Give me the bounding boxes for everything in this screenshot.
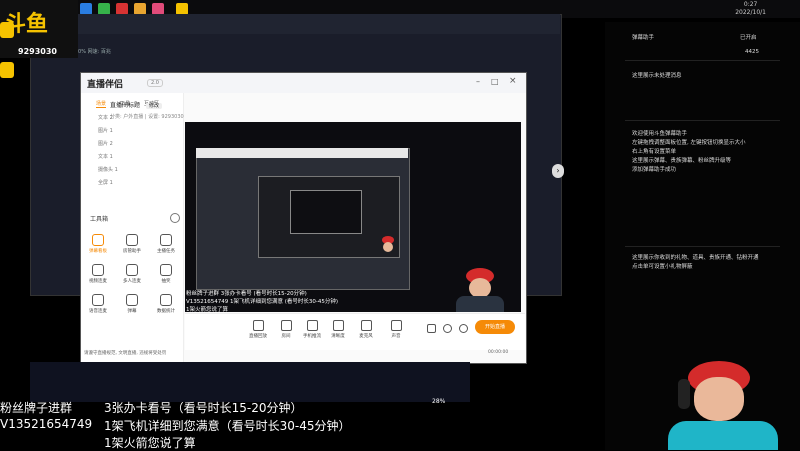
douyu-badge-icon bbox=[0, 62, 14, 78]
danmaku-icon bbox=[126, 294, 138, 306]
replay-icon bbox=[252, 320, 264, 331]
divider bbox=[625, 60, 780, 61]
room-icon bbox=[280, 320, 292, 331]
scene-item[interactable]: 文本 1 bbox=[98, 153, 113, 160]
caption-price-2: 1架飞机详细到您满意（看号时长30-45分钟） bbox=[104, 419, 351, 433]
stream-title[interactable]: 直播间标题 修改 bbox=[110, 100, 162, 109]
stats-icon bbox=[160, 294, 172, 306]
unprocessed-label: 这里展示未处理消息 bbox=[632, 73, 682, 79]
preview-caption: 粉丝牌子进群 3张办卡看号 (看号时长15-20分钟) V13521654749… bbox=[186, 291, 339, 313]
scene-item[interactable]: 图片 1 bbox=[98, 127, 113, 134]
voice-link-icon bbox=[92, 294, 104, 306]
nested-preview-window bbox=[290, 190, 362, 234]
danmaku-board-icon bbox=[92, 234, 104, 246]
tool-multi-link[interactable]: 多人连麦 bbox=[120, 264, 144, 284]
multi-link-icon bbox=[126, 264, 138, 276]
webcam-feed bbox=[660, 355, 800, 450]
nested-preview-titlebar bbox=[196, 148, 408, 158]
caption-price-3: 1架火箭您说了算 bbox=[104, 436, 196, 450]
scene-item[interactable]: 摄像头 1 bbox=[98, 166, 118, 173]
toolbox-title: 工具箱 bbox=[90, 216, 109, 223]
maximize-icon[interactable]: □ bbox=[491, 77, 499, 86]
divider bbox=[625, 246, 780, 247]
speaker-icon bbox=[390, 320, 402, 331]
edit-title-button[interactable]: 修改 bbox=[145, 103, 162, 109]
microphone-button[interactable]: 麦克风 bbox=[351, 320, 381, 339]
start-live-button[interactable]: 开始直播 bbox=[475, 320, 515, 334]
divider bbox=[625, 120, 780, 121]
eye-icon[interactable] bbox=[443, 324, 452, 333]
speaker-button[interactable]: 声音 bbox=[381, 320, 411, 339]
app-titlebar: 直播伴侣 2.0 – □ × bbox=[81, 73, 526, 94]
tab-scenes[interactable]: 场景 bbox=[96, 100, 107, 108]
douyu-logo: 斗鱼 bbox=[4, 11, 49, 37]
clock-time: 0:27 bbox=[743, 1, 758, 8]
tool-danmaku[interactable]: 弹幕 bbox=[120, 294, 144, 314]
gift-messages: 这里展示你收到的礼物、道具、贵族开通、钻粉开通 点击单可设置小礼物屏蔽 bbox=[632, 255, 759, 270]
welcome-messages: 欢迎使用斗鱼弹幕助手 左键拖拽调整面板位置, 左键按钮切换显示大小 右上角有设置… bbox=[632, 131, 746, 173]
scene-item[interactable]: 全屏 1 bbox=[98, 179, 113, 186]
control-bar: 直播回放 房间 手机推流 清晰度 麦克风 声音 bbox=[185, 313, 525, 350]
panel-status: 已开启 bbox=[740, 35, 757, 41]
video-link-icon bbox=[92, 264, 104, 276]
app-sidebar bbox=[81, 93, 184, 363]
webcam-feed bbox=[450, 264, 510, 312]
replay-button[interactable]: 直播回放 bbox=[243, 320, 273, 339]
close-icon[interactable]: × bbox=[509, 76, 517, 86]
quality-icon bbox=[332, 320, 344, 331]
scene-item[interactable]: 图片 2 bbox=[98, 140, 113, 147]
quality-button[interactable]: 清晰度 bbox=[323, 320, 353, 339]
phone-icon bbox=[306, 320, 318, 331]
caption-fan-badge: 粉丝牌子进群 bbox=[0, 401, 73, 415]
tool-danmaku-board[interactable]: 弹幕看板 bbox=[86, 234, 110, 254]
webcam-feed bbox=[378, 236, 398, 254]
tool-voice-link[interactable]: 语音连麦 bbox=[86, 294, 110, 314]
tool-video-link[interactable]: 视频连麦 bbox=[86, 264, 110, 284]
room-manager-icon bbox=[126, 234, 138, 246]
likes-count: 4425 bbox=[745, 49, 759, 55]
settings-icon[interactable] bbox=[459, 324, 468, 333]
minimize-icon[interactable]: – bbox=[476, 77, 480, 86]
background-strip bbox=[30, 362, 470, 402]
tasks-icon bbox=[160, 234, 172, 246]
app-brand: 直播伴侣 bbox=[87, 80, 124, 90]
background-window-titlebar bbox=[30, 14, 560, 34]
stream-category: 分类: 户外直播 | 设置: 9293030 bbox=[110, 114, 184, 120]
tool-stats[interactable]: 数据统计 bbox=[154, 294, 178, 314]
tool-streamer-tasks[interactable]: 主播任务 bbox=[154, 234, 178, 254]
toolbox-more-icon[interactable] bbox=[170, 213, 180, 223]
clock-date: 2022/10/1 bbox=[735, 9, 766, 16]
tool-lottery[interactable]: 抽奖 bbox=[154, 264, 178, 284]
room-id: 9293030 bbox=[18, 47, 57, 56]
panel-header: 弹幕助手 bbox=[632, 35, 655, 41]
live-timer: 00:00:00 bbox=[488, 350, 509, 355]
caption-price-1: 3张办卡看号（看号时长15-20分钟） bbox=[104, 401, 303, 415]
tool-room-manager[interactable]: 房管助手 bbox=[120, 234, 144, 254]
taskbar-clock[interactable]: 0:27 2022/10/1 bbox=[735, 1, 766, 17]
app-notice: 请遵守直播规范, 文明直播, 违规将受处罚 bbox=[84, 351, 167, 356]
progress-label: 28% bbox=[432, 398, 446, 405]
app-version: 2.0 bbox=[147, 79, 163, 87]
record-icon[interactable] bbox=[427, 324, 436, 333]
microphone-icon bbox=[360, 320, 372, 331]
scroll-arrow-icon[interactable]: › bbox=[552, 164, 564, 178]
caption-contact: V13521654749 bbox=[0, 417, 93, 431]
lottery-icon bbox=[160, 264, 172, 276]
